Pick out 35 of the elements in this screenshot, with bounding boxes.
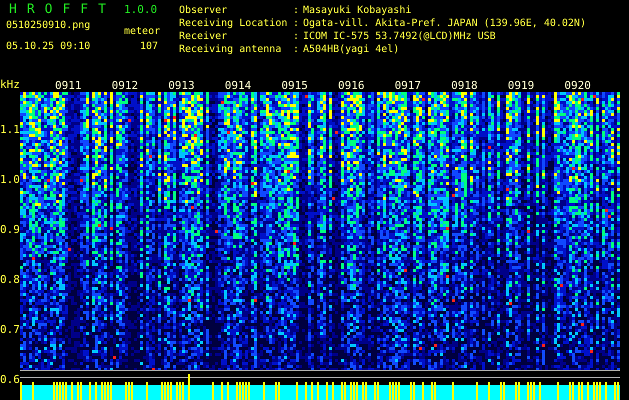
info-value: Masayuki Kobayashi: [303, 4, 412, 17]
info-value: ICOM IC-575 53.7492(@LCD)MHz USB: [303, 30, 496, 43]
meteor-label: meteor: [124, 25, 160, 38]
info-label: Receiving antenna: [179, 43, 282, 56]
frequency-label: 0.6: [0, 374, 20, 386]
frequency-label: 0.9: [0, 224, 20, 236]
time-label: 0912: [110, 80, 140, 92]
time-label: 0916: [336, 80, 366, 92]
info-separator: :: [293, 4, 300, 17]
time-label: 0920: [563, 80, 592, 92]
time-label: 0918: [450, 80, 479, 92]
info-label: Observer: [179, 4, 228, 17]
file-name: 0510250910.png: [6, 19, 92, 33]
app-version: 1.0.0: [124, 3, 158, 16]
time-label: 0919: [506, 80, 536, 92]
info-label: Receiving Location: [179, 17, 288, 30]
time-label: 0915: [280, 80, 309, 92]
time-label: 0911: [54, 80, 82, 92]
time-label: 0917: [394, 80, 422, 92]
info-value: A504HB(yagi 4el): [303, 43, 400, 56]
time-label: 0914: [224, 80, 252, 92]
frequency-label: 0.8: [0, 274, 20, 286]
axis-unit: kHz: [0, 78, 20, 90]
info-label: Receiver: [179, 30, 228, 43]
app-title: HROFFT: [8, 3, 116, 16]
frequency-label: 1.0: [0, 174, 20, 186]
time-label: 0913: [167, 80, 196, 92]
info-value: Ogata-vill. Akita-Pref. JAPAN (139.96E, 40.02N): [303, 17, 586, 30]
frequency-label: 1.1: [0, 124, 20, 136]
info-separator: :: [293, 30, 300, 43]
frequency-label: 0.7: [0, 324, 20, 336]
info-separator: :: [293, 17, 300, 30]
date-time: 05.10.25 09:10: [6, 40, 92, 53]
meteor-count: 107: [138, 40, 158, 53]
info-separator: :: [293, 43, 300, 56]
